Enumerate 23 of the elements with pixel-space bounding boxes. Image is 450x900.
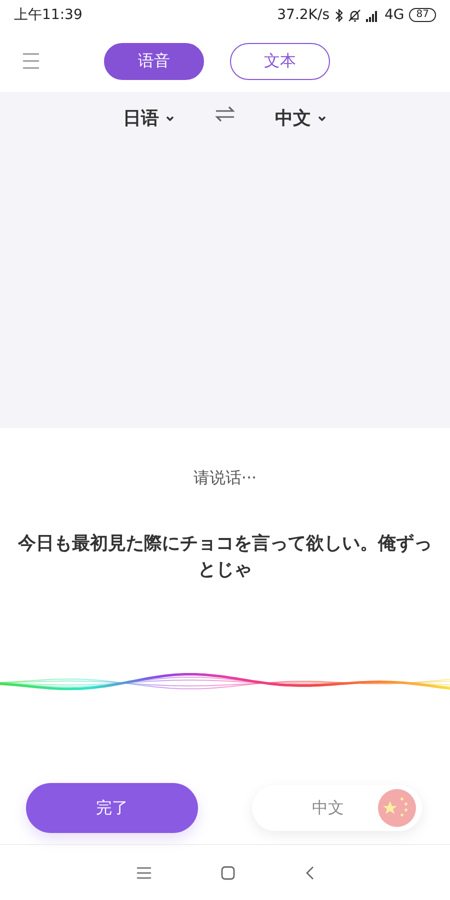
menu-icon[interactable] <box>136 866 150 878</box>
home-icon[interactable] <box>220 866 234 880</box>
menu-icon[interactable] <box>22 53 40 69</box>
mode-tab[interactable]: 语音 <box>104 42 204 80</box>
back-icon[interactable] <box>304 866 314 880</box>
language-chip[interactable]: 中文 <box>252 785 422 831</box>
chevron-down-icon <box>317 114 327 122</box>
flag-icon <box>378 789 416 827</box>
done-button[interactable]: 完了 <box>26 783 198 833</box>
target-language[interactable]: 中文 <box>275 106 327 130</box>
bell-muted-icon <box>348 8 360 22</box>
status-time: 上午11:39 <box>14 6 82 24</box>
bluetooth-icon <box>334 8 342 22</box>
network-speed: 37.2K/s <box>277 7 330 23</box>
mode-tab[interactable]: 文本 <box>230 42 330 80</box>
signal-icon <box>366 8 380 22</box>
transcript: 今日も最初見た際にチョコを言って欲しい。俺ずっとじゃ <box>16 532 433 582</box>
source-language[interactable]: 日语 <box>123 106 175 130</box>
battery-level: 87 <box>409 8 436 22</box>
chevron-down-icon <box>165 114 175 122</box>
speak-prompt: 请说话··· <box>192 468 258 489</box>
swap-icon[interactable] <box>215 106 235 122</box>
network-type: 4G <box>384 7 404 23</box>
